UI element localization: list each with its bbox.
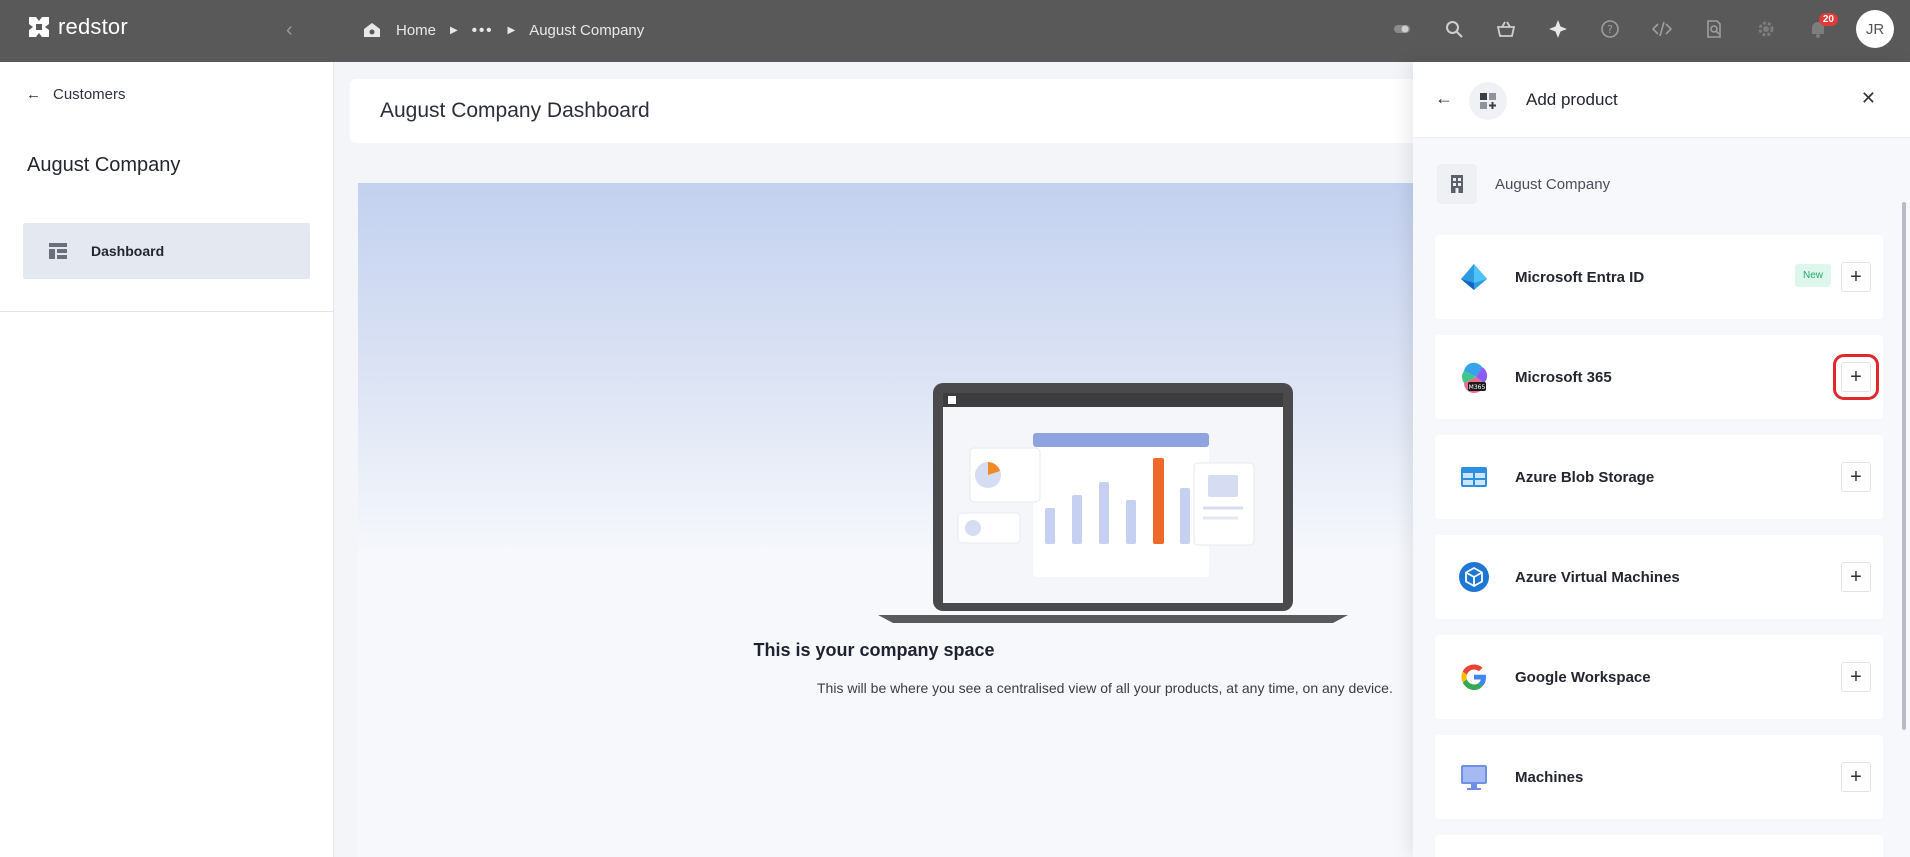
- sidebar: ← Customers August Company Dashboard: [0, 62, 334, 857]
- google-icon: [1457, 660, 1491, 694]
- code-icon[interactable]: [1648, 15, 1676, 43]
- company-title: August Company: [27, 154, 181, 176]
- product-row-azure-virtual-machines: Azure Virtual Machines +: [1435, 535, 1883, 619]
- add-machines-button[interactable]: +: [1841, 762, 1871, 792]
- svg-text:M365: M365: [1469, 384, 1486, 391]
- document-search-icon[interactable]: [1700, 15, 1728, 43]
- help-icon[interactable]: ?: [1596, 15, 1624, 43]
- product-name: Microsoft Entra ID: [1515, 268, 1645, 286]
- product-row-google-workspace: Google Workspace +: [1435, 635, 1883, 719]
- product-name: Machines: [1515, 768, 1584, 786]
- settings-gear-icon[interactable]: [1752, 15, 1780, 43]
- breadcrumb-home[interactable]: Home: [396, 22, 436, 39]
- arrow-left-icon: ←: [26, 86, 41, 103]
- product-name: Google Workspace: [1515, 668, 1651, 686]
- entra-icon: [1457, 260, 1491, 294]
- empty-state-description: This will be where you see a centralised…: [817, 680, 1393, 696]
- blob-storage-icon: [1457, 460, 1491, 494]
- breadcrumb-current: August Company: [529, 21, 645, 39]
- theme-toggle-icon[interactable]: [1388, 15, 1416, 43]
- avatar[interactable]: JR: [1856, 10, 1894, 48]
- building-icon: [1437, 164, 1477, 204]
- product-row-machines: Machines +: [1435, 735, 1883, 819]
- add-azure-blob-storage-button[interactable]: +: [1841, 462, 1871, 492]
- panel-company-name: August Company: [1495, 175, 1611, 193]
- top-toolbar: ? 20 JR: [1388, 10, 1894, 48]
- m365-icon: M365: [1457, 360, 1491, 394]
- svg-text:?: ?: [1607, 23, 1613, 36]
- sidebar-item-dashboard[interactable]: Dashboard: [23, 223, 310, 279]
- basket-icon[interactable]: [1492, 15, 1520, 43]
- notifications-bell-icon[interactable]: 20: [1804, 13, 1838, 43]
- add-microsoft-365-button[interactable]: +: [1833, 354, 1879, 400]
- add-google-workspace-button[interactable]: +: [1841, 662, 1871, 692]
- azure-vm-icon: [1457, 560, 1491, 594]
- chevron-right-icon: ▶: [507, 24, 516, 36]
- search-icon[interactable]: [1440, 15, 1468, 43]
- collapse-sidebar-icon[interactable]: ‹: [286, 19, 293, 42]
- panel-title: Add product: [1526, 90, 1618, 109]
- empty-state-title: This is your company space: [753, 640, 995, 660]
- home-icon[interactable]: [362, 20, 382, 40]
- dashboard-icon: [49, 243, 67, 259]
- page-header: August Company Dashboard: [350, 79, 1430, 143]
- redstor-logo-icon: [29, 17, 49, 37]
- new-badge: New: [1794, 264, 1831, 287]
- divider: [0, 311, 334, 312]
- back-arrow-icon[interactable]: ←: [1435, 88, 1453, 109]
- add-product-icon: [1469, 82, 1507, 120]
- sparkle-icon[interactable]: [1544, 15, 1572, 43]
- breadcrumb-ellipsis[interactable]: •••: [472, 22, 494, 39]
- panel-header: ← Add product ✕: [1413, 62, 1910, 138]
- add-azure-virtual-machines-button[interactable]: +: [1841, 562, 1871, 592]
- add-microsoft-entra-id-button[interactable]: +: [1841, 262, 1871, 292]
- product-row-azure-blob-storage: Azure Blob Storage +: [1435, 435, 1883, 519]
- product-name: Azure Blob Storage: [1515, 468, 1655, 486]
- back-to-customers-link[interactable]: ← Customers: [26, 86, 126, 103]
- close-icon[interactable]: ✕: [1861, 88, 1876, 109]
- notification-count-badge: 20: [1818, 13, 1838, 26]
- page-title: August Company Dashboard: [380, 99, 650, 122]
- top-bar: redstor ‹ Home ▶ ••• ▶ August Company ?: [0, 0, 1910, 62]
- empty-state-hero: This is your company space This will be …: [358, 183, 1438, 857]
- breadcrumb: Home ▶ ••• ▶ August Company: [362, 20, 644, 40]
- product-name: Azure Virtual Machines: [1515, 568, 1680, 586]
- monitor-icon: [1457, 760, 1491, 794]
- product-row-microsoft-entra-id: Microsoft Entra ID New +: [1435, 235, 1883, 319]
- product-row-microsoft-365: M365 Microsoft 365 +: [1435, 335, 1883, 419]
- chevron-right-icon: ▶: [450, 24, 458, 36]
- product-row-partial: [1435, 835, 1883, 857]
- add-product-panel: ← Add product ✕ August Company Microsoft…: [1413, 62, 1910, 857]
- brand-logo[interactable]: redstor: [26, 14, 128, 40]
- sidebar-item-label: Dashboard: [91, 243, 165, 259]
- product-name: Microsoft 365: [1515, 368, 1612, 386]
- brand-name: redstor: [58, 14, 128, 39]
- panel-scrollbar[interactable]: [1902, 202, 1906, 730]
- laptop-illustration: [878, 383, 1348, 623]
- back-link-label: Customers: [53, 86, 126, 103]
- panel-company: August Company: [1437, 164, 1610, 204]
